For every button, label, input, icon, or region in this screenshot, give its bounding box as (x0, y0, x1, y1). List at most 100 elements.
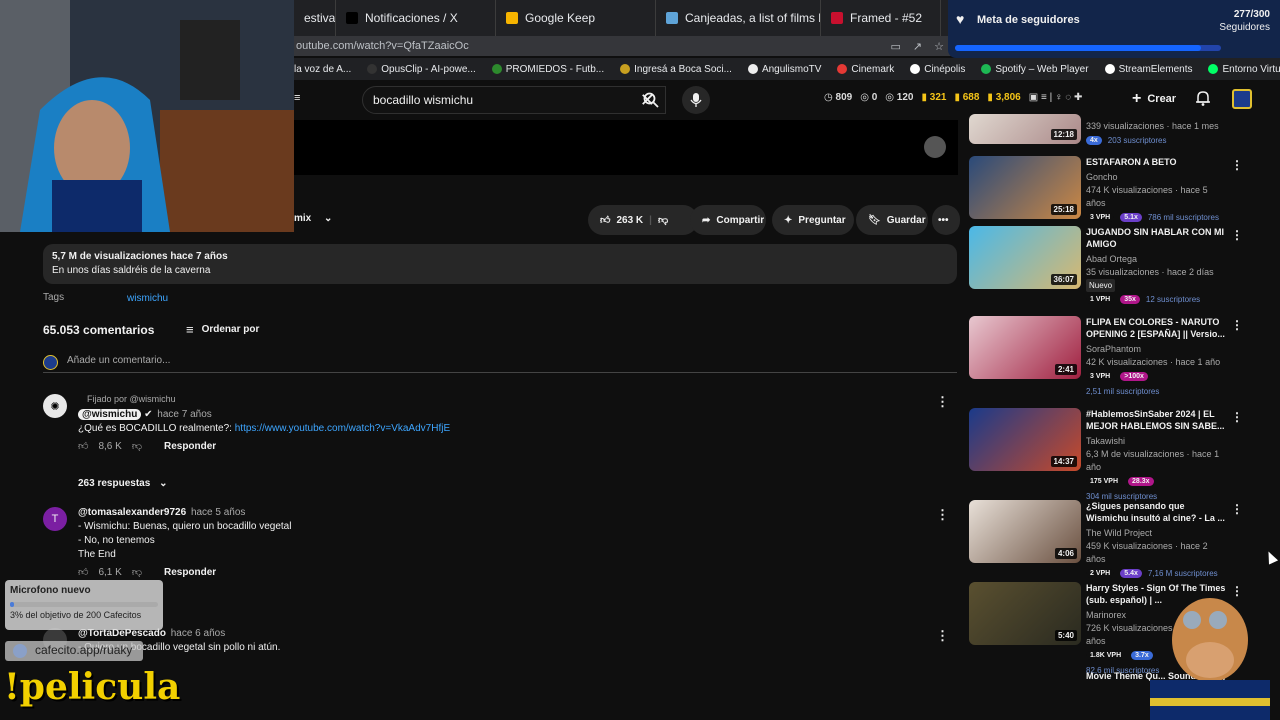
commenter-avatar[interactable]: ✺ (43, 394, 67, 418)
video-menu-icon[interactable]: ⋮ (1231, 502, 1243, 516)
add-comment-placeholder[interactable]: Añade un comentario... (67, 355, 170, 372)
like-count[interactable]: 263 K (616, 215, 643, 226)
thumbs-down-icon[interactable]: 👎︎ (658, 214, 668, 226)
reply-button[interactable]: Responder (164, 441, 216, 452)
comment-menu-icon[interactable]: ⋮ (936, 507, 949, 523)
add-comment-field[interactable]: Añade un comentario... (43, 355, 957, 373)
comment-time[interactable]: hace 6 años (171, 628, 226, 639)
channel-name[interactable]: Goncho (1086, 171, 1226, 184)
video-thumbnail[interactable]: 12:18 (969, 114, 1081, 144)
dislike-comment-icon[interactable]: 👎︎ (132, 440, 142, 452)
bookmark-label: Entorno Virtual de... (1222, 63, 1280, 75)
comment-time[interactable]: hace 7 años (157, 409, 212, 420)
channel-name[interactable]: SoraPhantom (1086, 343, 1226, 356)
commenter-avatar[interactable]: T (43, 507, 67, 531)
bookmark-item[interactable]: AngulismoTV (747, 64, 821, 75)
comment-thread: ✺ Fijado por @wismichu @wismichu ✔ hace … (43, 394, 957, 464)
address-bar[interactable]: outube.com/watch?v=QfaTZaaicOc ▭ ↗ ☆ (294, 36, 954, 56)
bookmark-item[interactable]: StreamElements (1104, 64, 1192, 75)
ask-button[interactable]: ✦ Preguntar (772, 205, 854, 235)
description-box[interactable]: 5,7 M de visualizaciones hace 7 años En … (43, 244, 957, 284)
bookmark-item[interactable]: Spotify – Web Player (981, 64, 1089, 75)
save-button[interactable]: 🔖︎ Guardar (856, 205, 928, 235)
extension-icons[interactable]: ▣ ≡ | ♀ ◌ ✚ (1029, 92, 1083, 103)
comment-menu-icon[interactable]: ⋮ (936, 394, 949, 410)
browser-tab[interactable]: Canjeadas, a list of films by MrRuaky (656, 0, 821, 36)
filter-icon[interactable]: ≡ (294, 92, 300, 104)
thumbs-up-icon[interactable]: 👍︎ (600, 214, 610, 226)
bookmark-item[interactable]: Cinépolis (910, 64, 965, 75)
tag-link[interactable]: wismichu (127, 293, 168, 304)
sort-comments-button[interactable]: ≡ Ordenar por (186, 322, 259, 337)
video-menu-icon[interactable]: ⋮ (1231, 158, 1243, 172)
view-replies-button[interactable]: 263 respuestas ⌄ (78, 478, 167, 489)
channel-name[interactable]: Takawishi (1086, 435, 1226, 448)
channel-name[interactable]: The Wild Project (1086, 527, 1226, 540)
stat-1: ◎ 0 (860, 92, 878, 103)
comment-author[interactable]: @tomasalexander9726 (78, 507, 186, 518)
tab-favicon-icon (506, 12, 518, 24)
bookmark-item[interactable]: Ingresá a Boca Soci... (620, 64, 732, 75)
video-title[interactable]: JUGANDO SIN HABLAR CON MI AMIGO (1086, 226, 1226, 250)
bookmark-item[interactable]: PROMIEDOS - Futb... (491, 64, 604, 75)
create-button[interactable]: + Crear (1132, 90, 1176, 108)
bookmark-star-icon[interactable]: ☆ (934, 40, 944, 53)
notifications-button[interactable] (1196, 90, 1210, 111)
video-title[interactable]: ESTAFARON A BETO (1086, 156, 1226, 168)
bookmark-item[interactable]: OpusClip - AI-powe... (367, 64, 476, 75)
browser-tab[interactable]: estival (294, 0, 336, 36)
video-title[interactable]: FLIPA EN COLORES - NARUTO OPENING 2 [ESP… (1086, 316, 1226, 340)
browser-tab[interactable]: Notificaciones / X (336, 0, 496, 36)
stat-chip: 3 VPH (1086, 213, 1115, 222)
more-horizontal-icon: ••• (938, 214, 949, 226)
comment-author[interactable]: @wismichu (78, 409, 142, 420)
comment-time[interactable]: hace 5 años (191, 507, 246, 518)
video-thumbnail[interactable]: 5:40 (969, 582, 1081, 645)
tab-label: Google Keep (525, 11, 596, 25)
bookmark-item[interactable]: la voz de A... (294, 64, 351, 75)
sort-label: Ordenar por (201, 324, 260, 335)
video-menu-icon[interactable]: ⋮ (1231, 410, 1243, 424)
search-query[interactable]: bocadillo wismichu (373, 93, 473, 107)
video-title[interactable]: #HablemosSinSaber 2024 | EL MEJOR HABLEM… (1086, 408, 1226, 432)
search-button[interactable] (633, 86, 669, 114)
tab-label: Canjeadas, a list of films by MrRuaky (685, 11, 820, 25)
channel-name[interactable]: Abad Ortega (1086, 253, 1226, 266)
screen-cast-icon[interactable]: ▭ (891, 40, 901, 53)
account-avatar[interactable] (1232, 89, 1252, 109)
reply-button[interactable]: Responder (164, 567, 216, 578)
video-menu-icon[interactable]: ⋮ (1231, 228, 1243, 242)
video-menu-icon[interactable]: ⋮ (1231, 318, 1243, 332)
dislike-comment-icon[interactable]: 👎︎ (132, 566, 142, 578)
subscriber-count: 2,51 mil suscriptores (1086, 387, 1160, 396)
divider: | (649, 214, 652, 226)
video-meta: FLIPA EN COLORES - NARUTO OPENING 2 [ESP… (1086, 316, 1226, 396)
video-views: 42 K visualizaciones · hace 1 año (1086, 357, 1221, 367)
bookmark-item[interactable]: Entorno Virtual de... (1208, 64, 1280, 75)
bookmark-item[interactable]: Cinemark (837, 64, 894, 75)
comment-menu-icon[interactable]: ⋮ (936, 628, 949, 644)
like-comment-icon[interactable]: 👍︎ (78, 440, 88, 452)
bookmark-label: Cinépolis (924, 63, 966, 75)
browser-tab[interactable]: Google Keep (496, 0, 656, 36)
channel-watermark-icon[interactable] (924, 136, 946, 158)
like-comment-icon[interactable]: 👍︎ (78, 566, 88, 578)
bookmark-favicon-icon (747, 64, 758, 74)
video-thumbnail[interactable]: 2:41 (969, 316, 1081, 379)
video-thumbnail[interactable]: 25:18 (969, 156, 1081, 219)
more-actions-button[interactable]: ••• (932, 205, 960, 235)
video-title[interactable]: ¿Sigues pensando que Wismichu insultó al… (1086, 500, 1226, 524)
remix-button[interactable]: mix ⌄ (294, 213, 332, 224)
video-player[interactable] (294, 120, 958, 175)
url-text[interactable]: outube.com/watch?v=QfaTZaaicOc (296, 40, 469, 52)
search-input[interactable]: bocadillo wismichu ✕ (362, 86, 666, 114)
voice-search-button[interactable] (682, 86, 710, 114)
share-page-icon[interactable]: ↗ (913, 40, 922, 53)
comment-link[interactable]: https://www.youtube.com/watch?v=VkaAdv7H… (235, 423, 450, 434)
video-thumbnail[interactable]: 4:06 (969, 500, 1081, 563)
share-button[interactable]: ➦ Compartir (690, 205, 766, 235)
mouse-cursor-icon (1263, 549, 1279, 565)
video-thumbnail[interactable]: 14:37 (969, 408, 1081, 471)
video-thumbnail[interactable]: 36:07 (969, 226, 1081, 289)
browser-tab[interactable]: Framed - #52 (821, 0, 941, 36)
